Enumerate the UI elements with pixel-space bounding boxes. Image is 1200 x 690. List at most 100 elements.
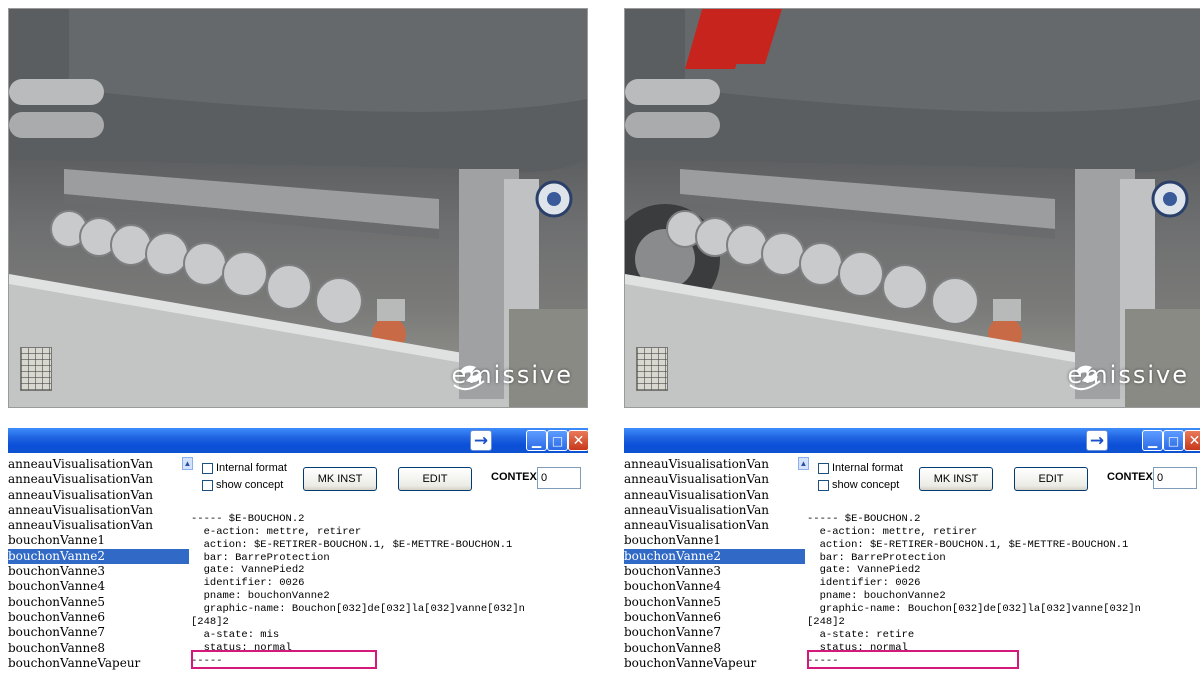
list-item[interactable]: anneauVisualisationVan xyxy=(8,503,193,518)
text-line xyxy=(189,500,588,513)
internal-format-checkbox[interactable]: Internal format xyxy=(202,462,287,474)
list-item[interactable]: bouchonVanne2 xyxy=(8,548,193,565)
internal-format-label: Internal format xyxy=(832,462,903,474)
list-item[interactable]: bouchonVanne4 xyxy=(624,579,809,594)
text-line xyxy=(805,500,1200,513)
context-label: CONTEXT xyxy=(491,471,544,483)
list-item[interactable]: anneauVisualisationVan xyxy=(624,472,809,487)
scroll-up-button[interactable]: ▲ xyxy=(182,457,193,470)
checkbox-box[interactable] xyxy=(202,479,213,491)
list-item[interactable]: anneauVisualisationVan xyxy=(624,503,809,518)
list-item[interactable]: anneauVisualisationVan xyxy=(8,488,193,503)
emissive-logo: emissive xyxy=(1068,355,1189,395)
list-item[interactable]: bouchonVanne5 xyxy=(624,595,809,610)
text-line: graphic-name: Bouchon[032]de[032]la[032]… xyxy=(191,603,525,616)
tanker-valve-scene xyxy=(9,9,587,407)
emissive-logo-icon xyxy=(452,365,485,391)
mk-inst-button[interactable]: MK INST xyxy=(919,467,993,491)
list-item[interactable]: bouchonVanne3 xyxy=(8,564,193,579)
minimap[interactable] xyxy=(20,347,52,391)
checkbox-box[interactable] xyxy=(818,479,829,491)
text-line: identifier: 0026 xyxy=(191,577,305,590)
list-item[interactable]: anneauVisualisationVan xyxy=(624,488,809,503)
edit-button[interactable]: EDIT xyxy=(1014,467,1088,491)
text-line: pname: bouchonVanne2 xyxy=(191,590,330,603)
text-line: identifier: 0026 xyxy=(807,577,921,590)
show-concept-checkbox[interactable]: show concept xyxy=(818,479,899,491)
list-item[interactable]: bouchonVanne4 xyxy=(8,579,193,594)
list-item[interactable]: bouchonVanneVapeur xyxy=(624,656,809,671)
object-list[interactable]: anneauVisualisationVan anneauVisualisatio… xyxy=(624,457,809,690)
window-titlebar[interactable]: → ▁ □ ✕ xyxy=(8,428,588,453)
list-item[interactable]: bouchonVanne8 xyxy=(624,641,809,656)
text-line: bar: BarreProtection xyxy=(807,551,946,564)
checkbox-box[interactable] xyxy=(202,462,213,474)
list-item[interactable]: bouchonVanneVapeur xyxy=(8,656,193,671)
scroll-up-button[interactable]: ▲ xyxy=(798,457,809,470)
minimize-button[interactable]: ▁ xyxy=(526,430,547,451)
maximize-button[interactable]: □ xyxy=(547,430,568,451)
close-button[interactable]: ✕ xyxy=(568,430,588,451)
context-label: CONTEXT xyxy=(1107,471,1160,483)
inspector-window: → ▁ □ ✕ anneauVisualisationVan anneauVisu… xyxy=(8,428,588,690)
show-concept-label: show concept xyxy=(832,479,900,491)
edit-button[interactable]: EDIT xyxy=(398,467,472,491)
list-item[interactable]: anneauVisualisationVan xyxy=(8,457,193,472)
inspector-controls: Internal format show concept MK INST EDI… xyxy=(198,457,588,499)
simulation-panel: emissive → ▁ □ ✕ anneauVisualisationVan a… xyxy=(8,0,588,690)
a-state-highlight xyxy=(807,650,1019,669)
list-item[interactable]: anneauVisualisationVan xyxy=(624,457,809,472)
3d-viewport[interactable]: emissive xyxy=(8,8,588,408)
show-concept-label: show concept xyxy=(216,479,284,491)
minimize-icon: ▁ xyxy=(531,433,542,448)
close-icon: ✕ xyxy=(1188,432,1200,449)
list-item[interactable]: bouchonVanne8 xyxy=(8,641,193,656)
text-line: e-action: mettre, retirer xyxy=(191,525,362,538)
list-item[interactable]: bouchonVanne6 xyxy=(624,610,809,625)
context-input[interactable]: 0 xyxy=(537,467,581,489)
minimap[interactable] xyxy=(636,347,668,391)
window-titlebar[interactable]: → ▁ □ ✕ xyxy=(624,428,1200,453)
list-item[interactable]: bouchonVanne2 xyxy=(624,548,809,565)
list-item[interactable]: bouchonVanne7 xyxy=(624,625,809,640)
list-item[interactable]: anneauVisualisationVan xyxy=(624,518,809,533)
list-item[interactable]: bouchonVanne1 xyxy=(624,533,809,548)
maximize-button[interactable]: □ xyxy=(1163,430,1184,451)
tanker-valve-scene xyxy=(625,9,1200,407)
list-item[interactable]: bouchonVanne1 xyxy=(8,533,193,548)
text-line: [248]2 xyxy=(807,616,845,629)
show-concept-checkbox[interactable]: show concept xyxy=(202,479,283,491)
object-list[interactable]: anneauVisualisationVan anneauVisualisatio… xyxy=(8,457,193,690)
list-item[interactable]: bouchonVanne7 xyxy=(8,625,193,640)
text-line: e-action: mettre, retirer xyxy=(807,525,978,538)
text-line: bar: BarreProtection xyxy=(191,551,330,564)
3d-viewport[interactable]: emissive xyxy=(624,8,1200,408)
text-line: gate: VannePied2 xyxy=(807,564,921,577)
arrow-right-icon[interactable]: → xyxy=(470,430,492,451)
minimize-button[interactable]: ▁ xyxy=(1142,430,1163,451)
list-item[interactable]: bouchonVanne3 xyxy=(624,564,809,579)
text-line: graphic-name: Bouchon[032]de[032]la[032]… xyxy=(807,603,1141,616)
list-item[interactable]: anneauVisualisationVan xyxy=(8,518,193,533)
checkbox-box[interactable] xyxy=(818,462,829,474)
emissive-logo-icon xyxy=(1068,365,1101,391)
emissive-logo: emissive xyxy=(452,355,573,395)
mk-inst-button[interactable]: MK INST xyxy=(303,467,377,491)
text-line: gate: VannePied2 xyxy=(191,564,305,577)
list-item[interactable]: bouchonVanne6 xyxy=(8,610,193,625)
close-button[interactable]: ✕ xyxy=(1184,430,1200,451)
text-line: a-state: mis xyxy=(191,628,280,641)
simulation-panel: emissive → ▁ □ ✕ anneauVisualisationVan a… xyxy=(624,0,1200,690)
text-line: action: $E-RETIRER-BOUCHON.1, $E-METTRE-… xyxy=(191,538,513,551)
internal-format-checkbox[interactable]: Internal format xyxy=(818,462,903,474)
text-line: pname: bouchonVanne2 xyxy=(807,590,946,603)
minimize-icon: ▁ xyxy=(1147,433,1158,448)
description-text-area[interactable]: ----- $E-BOUCHON.2 e-action: mettre, ret… xyxy=(189,500,588,690)
list-item[interactable]: bouchonVanne5 xyxy=(8,595,193,610)
inspector-window: → ▁ □ ✕ anneauVisualisationVan anneauVisu… xyxy=(624,428,1200,690)
arrow-right-icon[interactable]: → xyxy=(1086,430,1108,451)
list-item[interactable]: anneauVisualisationVan xyxy=(8,472,193,487)
close-icon: ✕ xyxy=(572,432,585,449)
description-text-area[interactable]: ----- $E-BOUCHON.2 e-action: mettre, ret… xyxy=(805,500,1200,690)
context-input[interactable]: 0 xyxy=(1153,467,1197,489)
